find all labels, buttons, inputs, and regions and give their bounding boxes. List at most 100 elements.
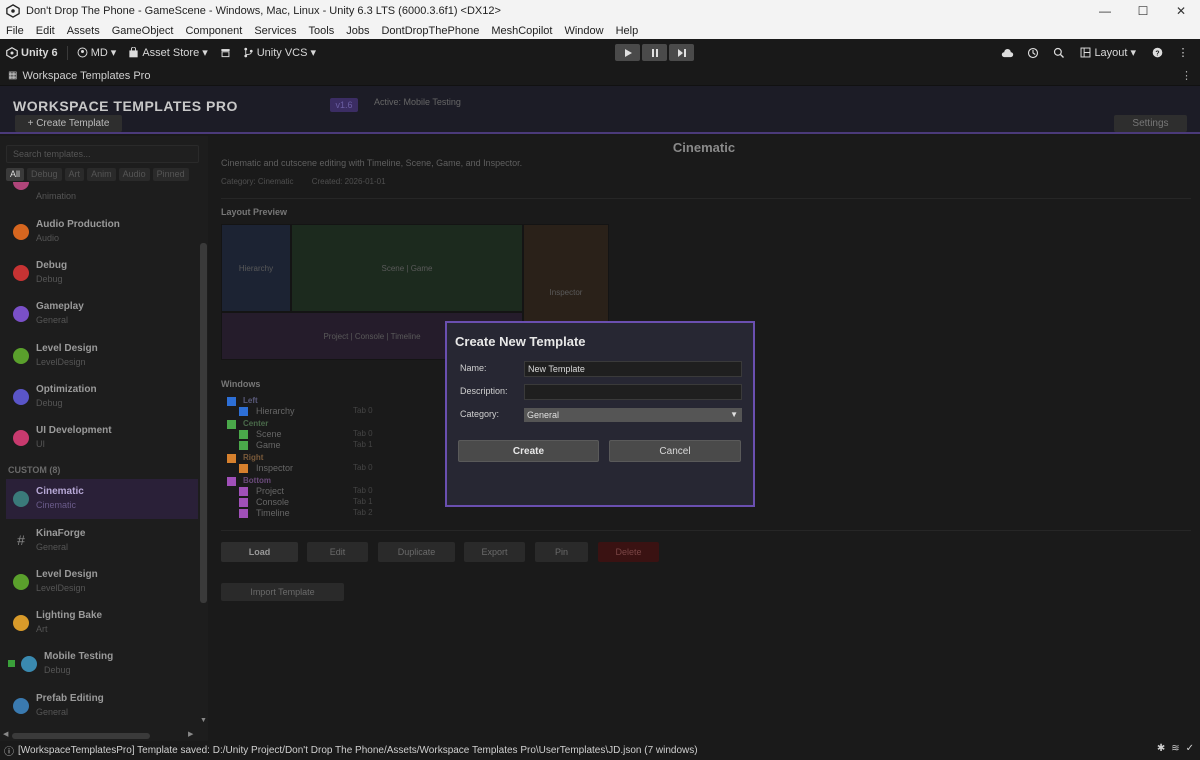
filter-all[interactable]: All: [6, 168, 25, 181]
menu-edit[interactable]: Edit: [36, 25, 55, 37]
menu-jobs[interactable]: Jobs: [346, 25, 369, 37]
pause-button[interactable]: [642, 44, 667, 61]
bug-icon[interactable]: ✱: [1157, 743, 1165, 754]
filter-audio[interactable]: Audio: [118, 168, 150, 181]
unity-logo-icon: [6, 46, 18, 59]
group-label-bottom: Bottom: [243, 476, 271, 485]
menu-tools[interactable]: Tools: [309, 25, 335, 37]
menu-component[interactable]: Component: [185, 25, 242, 37]
chevron-down-icon: ▾: [1130, 47, 1136, 59]
template-sidebar: Search templates... All Debug Art Anim A…: [0, 136, 208, 741]
template-icon: [13, 698, 29, 714]
menu-help[interactable]: Help: [616, 25, 639, 37]
create-template-button[interactable]: + Create Template: [15, 115, 122, 132]
layout-dropdown[interactable]: Layout ▾: [1074, 46, 1142, 59]
template-item-cinematic[interactable]: Cinematic Cinematic: [6, 479, 198, 519]
template-item-partial[interactable]: Animation: [0, 182, 198, 200]
template-item-level-design[interactable]: Level Design LevelDesign: [0, 336, 198, 376]
menu-dontdropthephone[interactable]: DontDropThePhone: [381, 25, 479, 37]
maximize-button[interactable]: ☐: [1124, 4, 1162, 18]
template-item-mobile-testing[interactable]: Mobile Testing Debug: [0, 644, 198, 684]
chevron-down-icon: ▾: [310, 47, 316, 59]
filter-art[interactable]: Art: [64, 168, 85, 181]
duplicate-button[interactable]: Duplicate: [378, 542, 455, 562]
name-label: Name:: [460, 363, 487, 373]
editor-window-tab[interactable]: ▦ Workspace Templates Pro ⋮: [0, 66, 1200, 86]
account-icon: [77, 47, 88, 58]
delete-button[interactable]: Delete: [598, 542, 659, 562]
scroll-right-arrow-icon[interactable]: ▶: [188, 730, 193, 738]
window-color-swatch: [239, 407, 248, 416]
template-icon: [13, 430, 29, 446]
load-button[interactable]: Load: [221, 542, 298, 562]
template-item-gameplay[interactable]: Gameplay General: [0, 294, 198, 334]
template-item-optimization[interactable]: Optimization Debug: [0, 377, 198, 417]
more-menu-button[interactable]: ⋮: [1172, 44, 1194, 61]
template-category: Animation: [36, 191, 77, 200]
window-tab-index: Tab 0: [353, 429, 373, 438]
filter-pinned[interactable]: Pinned: [152, 168, 189, 181]
step-button[interactable]: [669, 44, 694, 61]
search-templates-input[interactable]: Search templates...: [6, 145, 199, 163]
settings-button[interactable]: Settings: [1114, 115, 1187, 132]
active-template-label: Active: Mobile Testing: [374, 97, 461, 107]
kebab-menu-icon[interactable]: ⋮: [1181, 69, 1192, 82]
unity-version-button[interactable]: Unity 6: [0, 47, 64, 59]
asset-store-dropdown[interactable]: Asset Store ▾: [122, 46, 213, 59]
search-button[interactable]: [1048, 44, 1070, 61]
status-message[interactable]: [WorkspaceTemplatesPro] Template saved: …: [18, 745, 698, 756]
template-name: KinaForge: [36, 528, 86, 539]
play-button[interactable]: [615, 44, 640, 61]
version-control-dropdown[interactable]: Unity VCS ▾: [237, 46, 322, 59]
menu-assets[interactable]: Assets: [67, 25, 100, 37]
template-item-lighting-bake[interactable]: Lighting Bake Art: [0, 603, 198, 643]
cancel-button[interactable]: Cancel: [609, 440, 741, 462]
template-icon: [13, 224, 29, 240]
menu-meshcopilot[interactable]: MeshCopilot: [491, 25, 552, 37]
template-item-audio-production[interactable]: Audio Production Audio: [0, 212, 198, 252]
template-icon: [13, 265, 29, 281]
scroll-left-arrow-icon[interactable]: ◀: [3, 730, 8, 738]
sidebar-horizontal-scrollbar[interactable]: [12, 733, 150, 739]
template-item-debug[interactable]: Debug Debug: [0, 253, 198, 293]
menu-window[interactable]: Window: [564, 25, 603, 37]
edit-button[interactable]: Edit: [307, 542, 368, 562]
menu-gameobject[interactable]: GameObject: [112, 25, 174, 37]
create-button[interactable]: Create: [458, 440, 599, 462]
layers-icon[interactable]: ≋: [1171, 743, 1179, 754]
description-label: Description:: [460, 386, 508, 396]
category-select[interactable]: General ▼: [524, 408, 742, 422]
status-bar: ⓘ [WorkspaceTemplatesPro] Template saved…: [0, 741, 1200, 760]
menu-file[interactable]: File: [6, 25, 24, 37]
window-name-scene: Scene: [256, 429, 282, 439]
filter-debug[interactable]: Debug: [27, 168, 62, 181]
export-button[interactable]: Export: [464, 542, 525, 562]
history-button[interactable]: [1022, 44, 1044, 61]
close-button[interactable]: ✕: [1162, 4, 1200, 18]
window-name-console: Console: [256, 497, 290, 507]
help-button[interactable]: ?: [1146, 44, 1168, 61]
hash-icon: #: [17, 532, 25, 548]
chevron-down-icon: ▾: [202, 47, 208, 59]
template-item-prefab-editing[interactable]: Prefab Editing General: [0, 686, 198, 726]
description-field[interactable]: [524, 384, 742, 400]
account-dropdown[interactable]: MD ▾: [71, 46, 123, 59]
template-name: Debug: [36, 260, 68, 271]
package-button[interactable]: [214, 47, 237, 58]
pin-button[interactable]: Pin: [535, 542, 588, 562]
minimize-button[interactable]: —: [1086, 4, 1124, 18]
menu-services[interactable]: Services: [254, 25, 296, 37]
step-icon: [677, 48, 686, 57]
scroll-down-arrow-icon[interactable]: ▼: [200, 717, 207, 724]
filter-anim[interactable]: Anim: [87, 168, 116, 181]
branch-icon: [244, 47, 253, 58]
cloud-button[interactable]: [996, 44, 1018, 61]
name-field[interactable]: New Template: [524, 361, 742, 377]
template-item-kinaforge[interactable]: # KinaForge General: [0, 521, 198, 561]
template-item-level-design-custom[interactable]: Level Design LevelDesign: [0, 562, 198, 602]
group-label-right: Right: [243, 453, 264, 462]
check-circle-icon[interactable]: ✓: [1186, 743, 1194, 754]
sidebar-vertical-scrollbar[interactable]: [200, 243, 207, 603]
template-item-ui-development[interactable]: UI Development UI: [0, 418, 198, 458]
import-template-button[interactable]: Import Template: [221, 583, 344, 601]
